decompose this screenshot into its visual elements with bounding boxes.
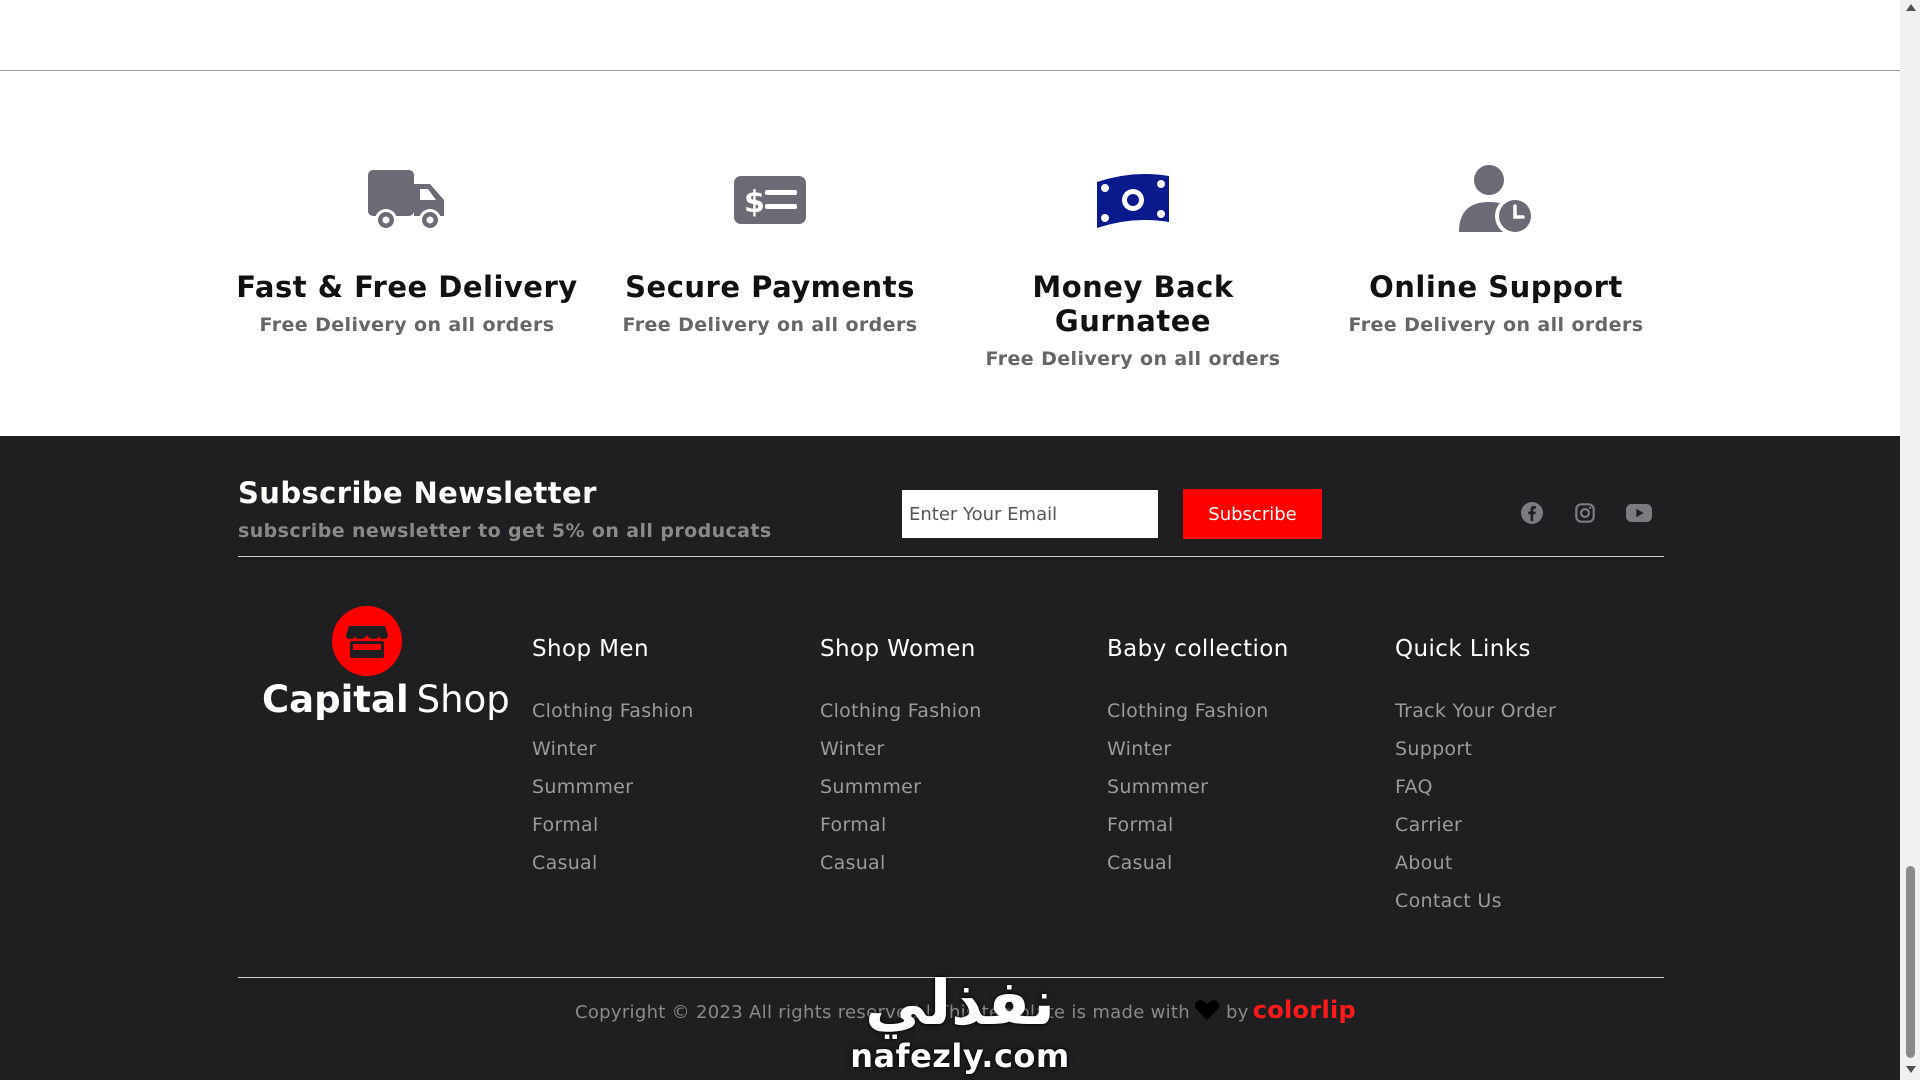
heart-icon — [1194, 999, 1220, 1026]
feature-subtitle: Free Delivery on all orders — [985, 348, 1281, 370]
footer-link[interactable]: Summmer — [1107, 768, 1367, 806]
scroll-down-arrow[interactable] — [1906, 1066, 1916, 1073]
payment-card-icon: $ — [734, 176, 806, 224]
user-clock-icon — [1459, 165, 1535, 236]
divider — [0, 70, 1900, 71]
column-links: Clothing Fashion Winter Summmer Formal C… — [820, 692, 1080, 882]
footer-link[interactable]: Formal — [820, 806, 1080, 844]
divider — [238, 556, 1664, 557]
page: Fast & Free Delivery Free Delivery on al… — [0, 0, 1900, 1080]
footer-link[interactable]: Formal — [1107, 806, 1367, 844]
copyright-by: by — [1226, 1002, 1249, 1023]
footer-link[interactable]: Clothing Fashion — [820, 692, 1080, 730]
facebook-icon[interactable] — [1519, 500, 1545, 526]
footer-link[interactable]: Clothing Fashion — [532, 692, 792, 730]
watermark-arabic: نفذلي — [865, 966, 1055, 1039]
feature-title: Secure Payments — [625, 270, 915, 304]
column-links: Track Your Order Support FAQ Carrier Abo… — [1395, 692, 1655, 920]
footer-column-shop-women: Shop Women Clothing Fashion Winter Summm… — [820, 636, 1080, 882]
feature-title: Online Support — [1369, 270, 1623, 304]
logo-word-bold: Capital — [262, 678, 409, 721]
email-input[interactable] — [902, 490, 1158, 538]
footer-link[interactable]: Track Your Order — [1395, 692, 1655, 730]
watermark-logo: نفذلي nafezly.com — [850, 966, 1070, 1075]
column-title: Baby collection — [1107, 636, 1289, 662]
feature-title: Fast & Free Delivery — [236, 270, 578, 304]
feature-support: Online Support Free Delivery on all orde… — [1316, 160, 1676, 336]
footer-column-quick-links: Quick Links Track Your Order Support FAQ… — [1395, 636, 1655, 920]
feature-title: Money Back Gurnatee — [1032, 270, 1234, 338]
footer-link[interactable]: Clothing Fashion — [1107, 692, 1367, 730]
shop-logo-icon — [332, 606, 402, 676]
scrollbar-thumb[interactable] — [1906, 866, 1915, 1058]
footer-link[interactable]: Casual — [1107, 844, 1367, 882]
colorlib-link[interactable]: colorlip — [1253, 996, 1356, 1024]
feature-delivery: Fast & Free Delivery Free Delivery on al… — [227, 160, 587, 336]
money-icon — [1097, 174, 1169, 228]
column-links: Clothing Fashion Winter Summmer Formal C… — [1107, 692, 1367, 882]
column-title: Shop Men — [532, 636, 649, 662]
footer-link[interactable]: Casual — [820, 844, 1080, 882]
footer-link[interactable]: Winter — [532, 730, 792, 768]
feature-subtitle: Free Delivery on all orders — [622, 314, 918, 336]
truck-icon — [368, 170, 444, 231]
logo-word-light: Shop — [416, 678, 510, 721]
subscribe-button[interactable]: Subscribe — [1183, 489, 1322, 539]
newsletter-title: Subscribe Newsletter — [238, 476, 597, 510]
feature-subtitle: Free Delivery on all orders — [1348, 314, 1644, 336]
footer-column-shop-men: Shop Men Clothing Fashion Winter Summmer… — [532, 636, 792, 882]
footer-link[interactable]: Casual — [532, 844, 792, 882]
footer-link[interactable]: Summmer — [820, 768, 1080, 806]
footer-link[interactable]: FAQ — [1395, 768, 1655, 806]
footer-link[interactable]: Contact Us — [1395, 882, 1655, 920]
feature-subtitle: Free Delivery on all orders — [259, 314, 555, 336]
svg-text:$: $ — [744, 185, 765, 220]
footer-link[interactable]: About — [1395, 844, 1655, 882]
feature-money-back: Money Back Gurnatee Free Delivery on all… — [953, 160, 1313, 370]
footer-link[interactable]: Winter — [820, 730, 1080, 768]
footer-link[interactable]: Support — [1395, 730, 1655, 768]
watermark-latin: nafezly.com — [850, 1037, 1070, 1075]
scroll-up-arrow[interactable] — [1906, 4, 1916, 11]
logo-text: Capital Shop — [262, 678, 510, 721]
footer-link[interactable]: Summmer — [532, 768, 792, 806]
youtube-icon[interactable] — [1624, 500, 1654, 526]
footer-link[interactable]: Carrier — [1395, 806, 1655, 844]
column-title: Quick Links — [1395, 636, 1531, 662]
features-section: Fast & Free Delivery Free Delivery on al… — [0, 160, 1900, 430]
newsletter-subtitle: subscribe newsletter to get 5% on all pr… — [238, 520, 772, 542]
footer-link[interactable]: Winter — [1107, 730, 1367, 768]
footer-link[interactable]: Formal — [532, 806, 792, 844]
feature-payments: $ Secure Payments Free Delivery on all o… — [590, 160, 950, 336]
footer-column-baby-collection: Baby collection Clothing Fashion Winter … — [1107, 636, 1367, 882]
instagram-icon[interactable] — [1572, 500, 1598, 526]
column-title: Shop Women — [820, 636, 976, 662]
column-links: Clothing Fashion Winter Summmer Formal C… — [532, 692, 792, 882]
